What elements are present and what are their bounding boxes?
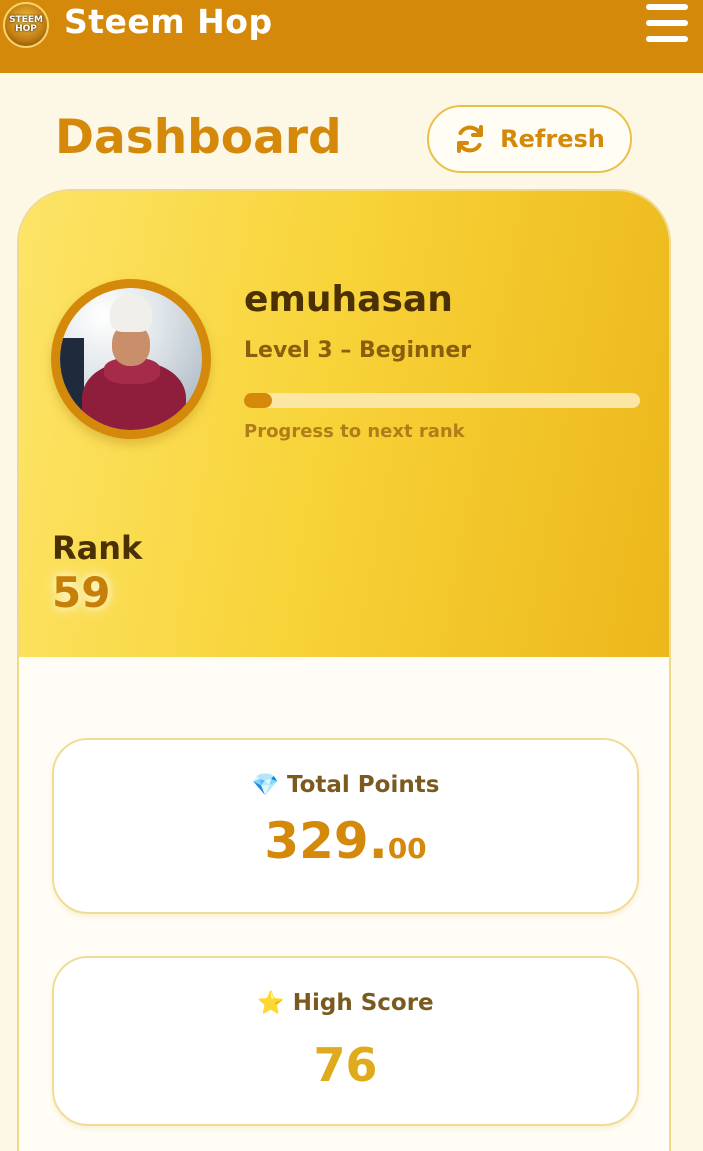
total-points-integer: 329.	[264, 812, 388, 870]
username: emuhasan	[244, 279, 453, 320]
menu-bar	[646, 20, 688, 26]
rank-progress-bar	[244, 393, 640, 408]
rank-value: 59	[52, 568, 111, 617]
gem-icon: 💎	[251, 772, 279, 798]
level-text: Level 3 – Beginner	[244, 338, 472, 363]
progress-caption: Progress to next rank	[244, 421, 465, 442]
sync-icon	[457, 125, 484, 153]
refresh-label: Refresh	[500, 125, 605, 153]
menu-bar	[646, 36, 688, 42]
avatar[interactable]	[51, 279, 211, 439]
high-score-card: ⭐ High Score 76	[52, 956, 639, 1126]
high-score-label: High Score	[292, 990, 434, 1016]
app-title[interactable]: Steem Hop	[64, 2, 273, 41]
high-score-value: 76	[313, 1038, 378, 1092]
star-icon: ⭐	[257, 990, 285, 1016]
total-points-decimal: 00	[387, 832, 427, 865]
app-header: STEEM HOP Steem Hop	[0, 0, 703, 73]
avatar-photo	[60, 288, 202, 430]
rank-progress-fill	[244, 393, 272, 408]
total-points-label: Total Points	[286, 772, 440, 798]
page-title: Dashboard	[55, 110, 342, 165]
rank-label: Rank	[52, 529, 143, 567]
profile-card: emuhasan Level 3 – Beginner Progress to …	[17, 189, 671, 1151]
steem-hop-logo[interactable]: STEEM HOP	[3, 2, 49, 48]
menu-bar	[646, 4, 688, 10]
hamburger-menu-icon[interactable]	[646, 4, 688, 42]
total-points-card: 💎 Total Points 329.00	[52, 738, 639, 914]
profile-hero: emuhasan Level 3 – Beginner Progress to …	[19, 191, 669, 657]
refresh-button[interactable]: Refresh	[427, 105, 632, 173]
